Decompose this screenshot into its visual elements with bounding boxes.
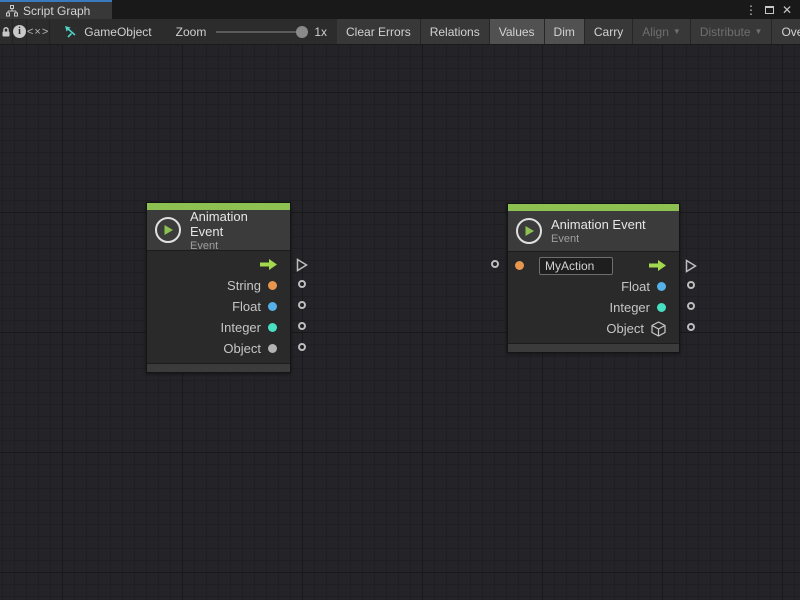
play-icon <box>516 218 542 244</box>
zoom-label: Zoom <box>176 25 207 39</box>
output-row: Integer <box>147 317 290 338</box>
values-button[interactable]: Values <box>490 19 545 44</box>
animation-event-node-right[interactable]: Animation Event Event <box>507 203 680 353</box>
graph-icon <box>6 5 18 17</box>
port-label: Float <box>232 299 261 314</box>
carry-button[interactable]: Carry <box>585 19 633 44</box>
graph-target-label: GameObject <box>84 25 151 39</box>
graph-canvas[interactable]: Animation Event Event <box>0 45 800 600</box>
info-icon: i <box>13 25 26 38</box>
distribute-dropdown[interactable]: Distribute ▼ <box>691 19 773 44</box>
flow-output-row-with-name <box>508 255 679 276</box>
node-header: Animation Event Event <box>508 211 679 251</box>
node-body: Float Integer Object <box>508 251 679 343</box>
string-input-pin <box>515 261 524 270</box>
node-subtitle: Event <box>551 233 646 245</box>
zoom-control: Zoom 1x <box>176 19 327 44</box>
output-row: Integer <box>508 297 679 318</box>
relations-button[interactable]: Relations <box>421 19 490 44</box>
node-footer <box>147 363 290 372</box>
port-label: Integer <box>221 320 261 335</box>
float-output-port[interactable] <box>298 301 306 309</box>
menu-icon[interactable]: ⋮ <box>743 1 759 18</box>
align-dropdown[interactable]: Align ▼ <box>633 19 691 44</box>
float-type-dot <box>657 282 666 291</box>
port-label: String <box>227 278 261 293</box>
node-body: String Float Integer Object <box>147 250 290 363</box>
port-label: Object <box>223 341 261 356</box>
node-footer <box>508 343 679 352</box>
object-output-port[interactable] <box>298 343 306 351</box>
float-type-dot <box>268 302 277 311</box>
node-header: Animation Event Event <box>147 210 290 250</box>
close-icon[interactable]: ✕ <box>779 1 795 18</box>
integer-type-dot <box>657 303 666 312</box>
chevron-down-icon: ▼ <box>755 27 763 36</box>
output-row: String <box>147 275 290 296</box>
chevron-down-icon: ▼ <box>673 27 681 36</box>
graph-target[interactable]: GameObject <box>56 19 159 44</box>
flow-output-row <box>147 254 290 275</box>
zoom-slider-handle[interactable] <box>296 26 308 38</box>
integer-output-port[interactable] <box>298 322 306 330</box>
integer-output-port[interactable] <box>687 302 695 310</box>
string-type-dot <box>268 281 277 290</box>
node-title: Animation Event <box>190 209 280 239</box>
info-button[interactable]: i <box>13 19 27 44</box>
flow-arrow-icon <box>649 260 666 271</box>
lock-icon <box>0 26 12 38</box>
maximize-icon[interactable] <box>761 1 777 18</box>
tab-title: Script Graph <box>23 4 90 18</box>
output-row: Float <box>147 296 290 317</box>
script-graph-window: Script Graph ⋮ ✕ i <×> <box>0 0 800 600</box>
integer-type-dot <box>268 323 277 332</box>
cube-icon <box>651 321 666 337</box>
tab-bar: Script Graph ⋮ ✕ <box>0 0 800 19</box>
clear-errors-button[interactable]: Clear Errors <box>337 19 421 44</box>
port-label: Object <box>606 321 644 336</box>
flow-output-port[interactable] <box>685 259 697 273</box>
window-controls: ⋮ ✕ <box>743 0 800 19</box>
port-label: Integer <box>610 300 650 315</box>
port-label: Float <box>621 279 650 294</box>
play-icon <box>155 217 181 243</box>
float-output-port[interactable] <box>687 281 695 289</box>
code-view-button[interactable]: <×> <box>27 19 50 44</box>
flow-arrow-icon <box>260 259 277 270</box>
string-output-port[interactable] <box>298 280 306 288</box>
overview-button[interactable]: Overview <box>772 19 800 44</box>
output-row: Object <box>147 338 290 359</box>
node-subtitle: Event <box>190 240 280 252</box>
event-name-input[interactable] <box>539 257 613 275</box>
code-icon: <×> <box>27 26 49 38</box>
lock-button[interactable] <box>0 19 13 44</box>
flow-output-port[interactable] <box>296 258 308 272</box>
graph-toolbar: i <×> GameObject Zoom 1x Clear <box>0 19 800 45</box>
tab-script-graph[interactable]: Script Graph <box>0 0 112 19</box>
output-row: Float <box>508 276 679 297</box>
animation-event-node-left[interactable]: Animation Event Event <box>146 202 291 373</box>
script-graph-asset-icon <box>64 25 78 38</box>
output-row: Object <box>508 318 679 339</box>
object-output-port[interactable] <box>687 323 695 331</box>
name-input-port[interactable] <box>491 260 499 268</box>
zoom-value: 1x <box>314 25 327 39</box>
node-title: Animation Event <box>551 217 646 232</box>
node-accent-bar <box>508 204 679 211</box>
toolbar-buttons: Clear Errors Relations Values Dim Carry … <box>337 19 800 44</box>
object-type-dot <box>268 344 277 353</box>
dim-button[interactable]: Dim <box>545 19 585 44</box>
zoom-slider[interactable] <box>216 31 306 33</box>
